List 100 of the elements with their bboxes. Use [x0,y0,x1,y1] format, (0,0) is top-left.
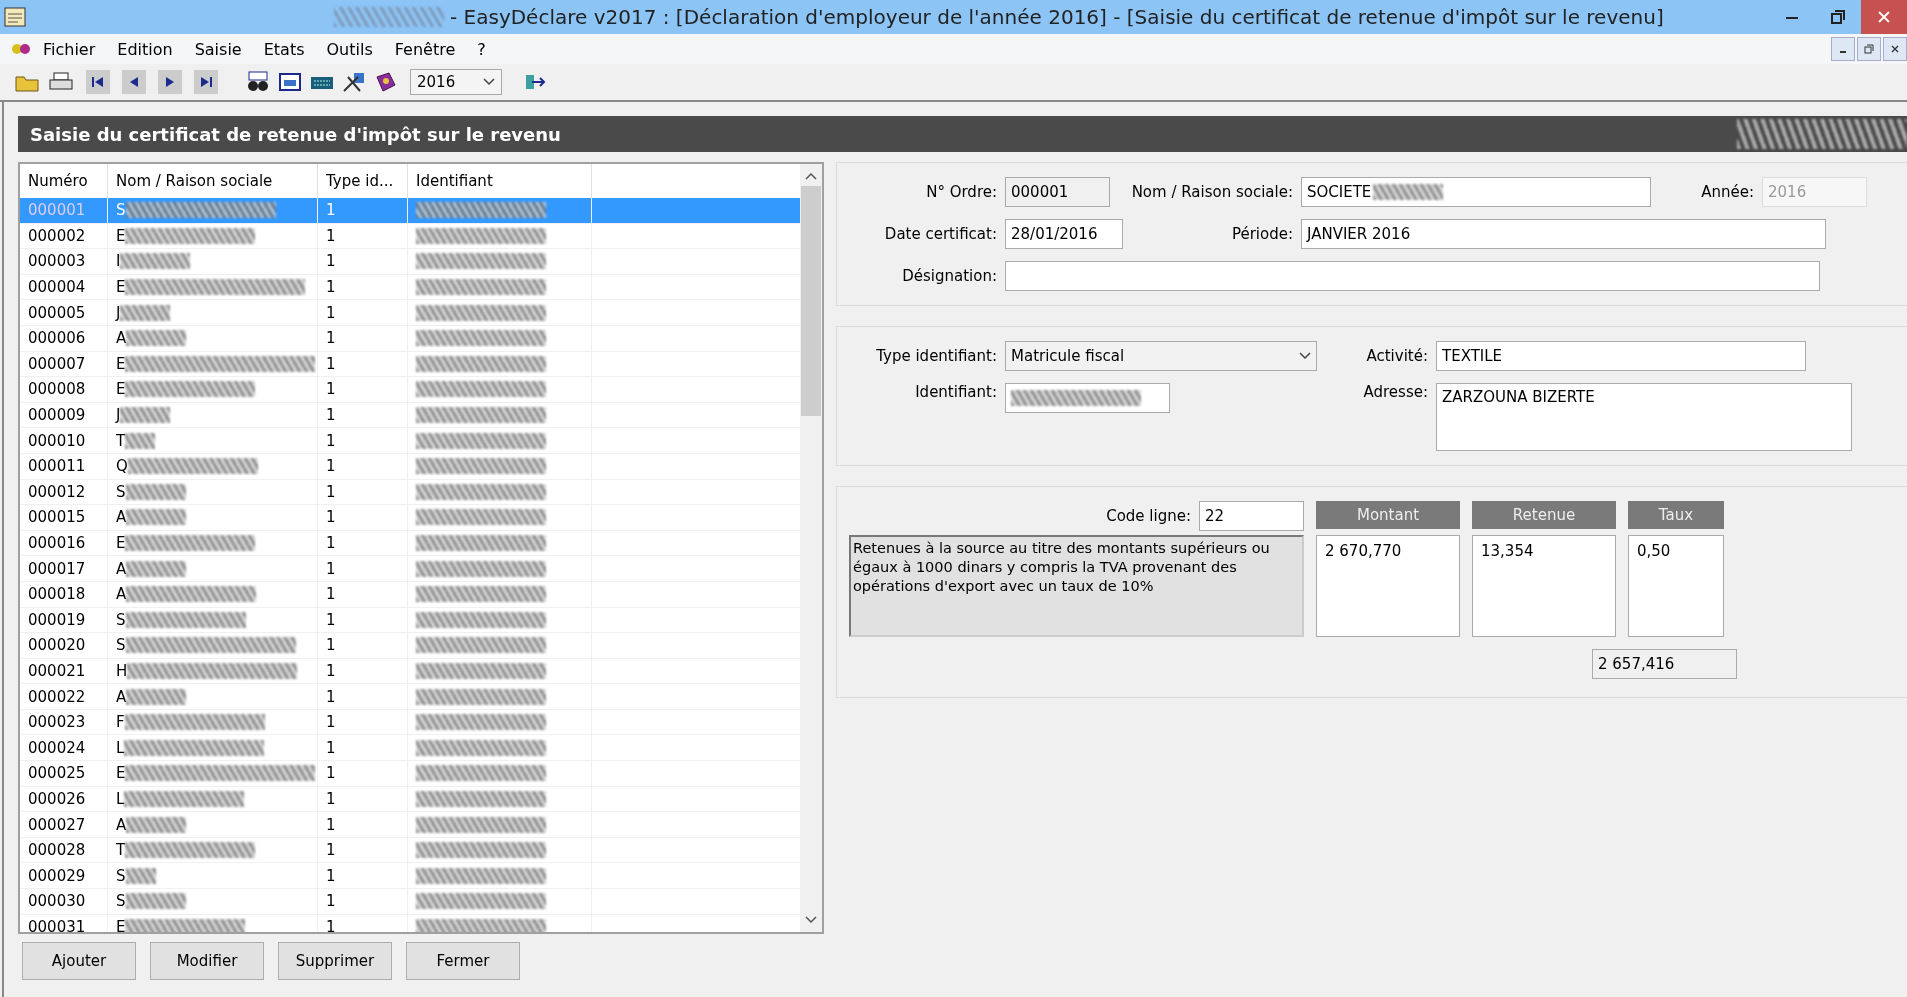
table-cell: 000023 [20,709,108,735]
table-cell: 000008 [20,377,108,402]
table-cell: 000019 [20,607,108,633]
table-row[interactable]: 000006 A 1 [20,325,800,352]
table-row[interactable]: 000002 E 1 [20,223,800,250]
redacted-mark [126,816,187,833]
table-row[interactable]: 000020 S 1 [20,633,800,659]
table-cell: E [116,917,126,932]
table-cell: 1 [318,556,408,581]
first-icon[interactable] [86,70,110,94]
action-button[interactable]: Fermer [406,942,520,980]
table-cell: 000030 [20,889,108,914]
redacted-mark [120,253,191,270]
designation-field[interactable] [1005,261,1820,291]
menu-item[interactable]: Etats [252,39,316,59]
printer-icon[interactable] [48,71,74,93]
activity-field[interactable]: TEXTILE [1436,341,1806,371]
year-dropdown[interactable]: 2016 [410,69,502,95]
caret-icon [483,78,495,86]
menu-item[interactable]: ? [466,39,497,59]
table-row[interactable]: 000022 A 1 [20,684,800,710]
net-amount-field: 2 657,416 [1592,649,1737,679]
redacted-mark [125,483,186,500]
menu-item[interactable]: Fichier [32,39,107,59]
scroll-down-icon[interactable] [805,916,817,924]
table-cell: 1 [318,428,408,453]
table-cell: 1 [318,812,408,837]
app-menu-icon[interactable] [10,41,32,57]
column-header: Retenue [1472,501,1616,529]
table-cell: 1 [318,581,408,607]
action-button[interactable]: Modifier [150,942,264,980]
action-button[interactable]: Supprimer [278,942,392,980]
table-cell: 000004 [20,274,108,300]
table-row[interactable]: 000023 F 1 [20,709,800,736]
table-cell: 000012 [20,479,108,505]
previous-icon[interactable] [122,70,146,94]
tools-icon[interactable] [342,71,366,93]
table-row[interactable]: 000007 E 1 [20,351,800,378]
minimize-icon[interactable] [1831,37,1855,61]
address-field[interactable]: ZARZOUNA BIZERTE [1436,383,1852,451]
table-row[interactable]: 000010 T 1 [20,428,800,454]
amount-field[interactable]: 13,354 [1472,535,1616,637]
menu-item[interactable]: Edition [106,39,184,59]
name-field[interactable]: SOCIETE [1301,177,1651,207]
action-button[interactable]: Ajouter [22,942,136,980]
table-row[interactable]: 000026 L 1 [20,786,800,813]
menu-item[interactable]: Outils [315,39,384,59]
identifier-field[interactable] [1005,383,1170,413]
table-row[interactable]: 000004 E 1 [20,274,800,301]
table-row[interactable]: 000030 S 1 [20,889,800,915]
menu-item[interactable]: Fenêtre [383,39,467,59]
last-icon[interactable] [194,70,218,94]
table-row[interactable]: 000012 S 1 [20,479,800,506]
table-row[interactable]: 000011 Q 1 [20,453,800,480]
table-cell: S [116,201,126,220]
table-cell: 1 [318,863,408,889]
table-cell: A [116,559,127,578]
table-row[interactable]: 000008 E 1 [20,377,800,403]
amount-field[interactable]: 0,50 [1628,535,1724,637]
table-row[interactable]: 000031 E 1 [20,914,800,932]
code-field[interactable]: 22 [1199,501,1304,531]
redacted-mark [126,560,187,577]
next-icon[interactable] [158,70,182,94]
close-icon[interactable] [1883,37,1907,61]
table-row[interactable]: 000019 S 1 [20,607,800,634]
close-icon[interactable] [1861,0,1907,34]
table-row[interactable]: 000003 I 1 [20,249,800,275]
table-cell: I [116,252,121,271]
column-header: Montant [1316,501,1460,529]
menu-item[interactable]: Saisie [183,39,253,59]
book-icon[interactable] [374,71,398,93]
binoculars-icon[interactable] [246,71,270,93]
table-row[interactable]: 000021 H 1 [20,658,800,685]
table-row[interactable]: 000005 J 1 [20,300,800,326]
table-row[interactable]: 000018 A 1 [20,581,800,608]
table-row[interactable]: 000028 T 1 [20,837,800,864]
table-row[interactable]: 000015 A 1 [20,505,800,531]
redacted-mark [126,688,187,705]
table-cell: L [116,738,125,757]
table-row[interactable]: 000024 L 1 [20,735,800,762]
order-field[interactable]: 000001 [1005,177,1110,207]
table-row[interactable]: 000025 E 1 [20,761,800,787]
period-field[interactable]: JANVIER 2016 [1301,219,1826,249]
table-row[interactable]: 000016 E 1 [20,530,800,557]
type-dropdown[interactable]: Matricule fiscal [1005,341,1317,371]
date-field[interactable]: 28/01/2016 [1005,219,1123,249]
scrollbar[interactable] [800,164,822,932]
table-row[interactable]: 000009 J 1 [20,402,800,429]
table-cell: 1 [318,453,408,479]
amount-field[interactable]: 2 670,770 [1316,535,1460,637]
table-cell: 000022 [20,684,108,709]
table-cell: 000006 [20,325,108,351]
table-row[interactable]: 000029 S 1 [20,863,800,890]
table-cell: 000015 [20,505,108,530]
field-label: Code ligne: [1106,507,1191,525]
table-row[interactable]: 000027 A 1 [20,812,800,838]
scroll-up-icon[interactable] [805,172,817,180]
window-icon[interactable] [278,71,302,93]
table-row[interactable]: 000017 A 1 [20,556,800,582]
redacted-mark [126,330,187,347]
